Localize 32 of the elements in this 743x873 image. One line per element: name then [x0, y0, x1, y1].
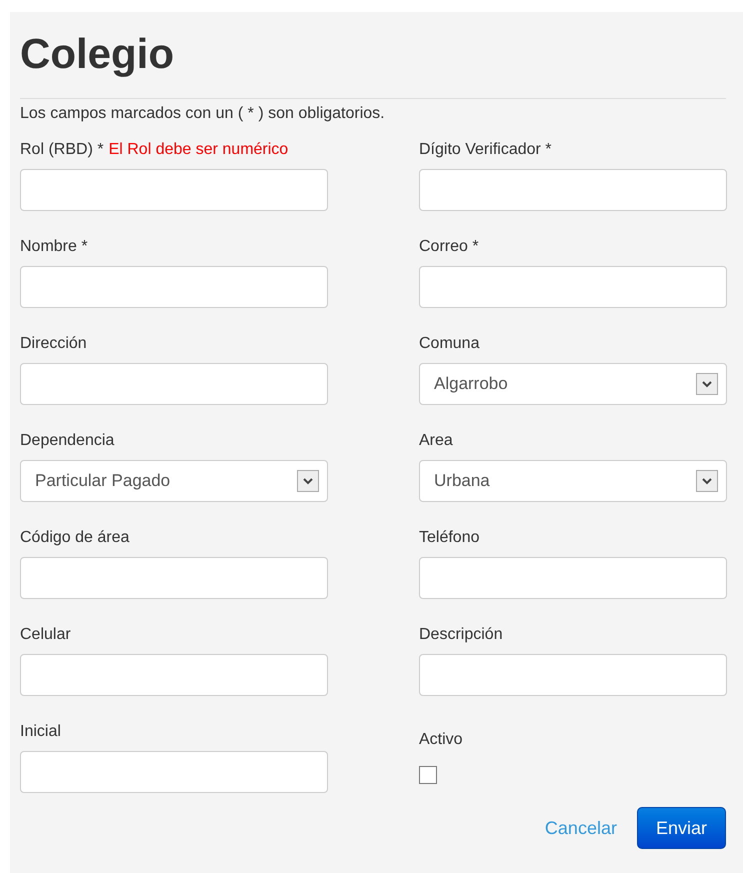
field-label: Celular	[20, 625, 71, 645]
field-label: Comuna	[419, 334, 480, 354]
field-label: Nombre *	[20, 237, 88, 257]
text-field[interactable]	[419, 654, 727, 696]
text-field[interactable]	[20, 751, 328, 793]
field-label: Teléfono	[419, 528, 480, 548]
text-field[interactable]	[20, 557, 328, 599]
field-label: Dígito Verificador *	[419, 140, 552, 160]
text-field[interactable]	[419, 557, 727, 599]
text-field[interactable]	[419, 266, 727, 308]
field-label: Inicial	[20, 722, 61, 742]
page-title: Colegio	[20, 29, 174, 78]
text-field[interactable]	[419, 169, 727, 211]
text-field[interactable]	[20, 363, 328, 405]
field-label: Descripción	[419, 625, 503, 645]
dropdown[interactable]: Urbana	[419, 460, 727, 502]
field-label: Correo *	[419, 237, 479, 257]
dropdown[interactable]: Algarrobo	[419, 363, 727, 405]
text-field[interactable]	[20, 654, 328, 696]
field-label: Dependencia	[20, 431, 114, 451]
dropdown[interactable]: Particular Pagado	[20, 460, 328, 502]
field-label: Código de área	[20, 528, 130, 548]
field-label: Rol (RBD) *	[20, 140, 104, 160]
checkbox[interactable]	[419, 766, 437, 784]
error-message: El Rol debe ser numérico	[108, 140, 288, 160]
text-field[interactable]	[20, 169, 328, 211]
text-field[interactable]	[20, 266, 328, 308]
field-label: Activo	[419, 730, 463, 750]
required-fields-note: Los campos marcados con un ( * ) son obligatorios.	[20, 104, 385, 124]
field-label: Area	[419, 431, 453, 451]
submit-button[interactable]: Enviar	[636, 807, 726, 849]
field-label: Dirección	[20, 334, 87, 354]
